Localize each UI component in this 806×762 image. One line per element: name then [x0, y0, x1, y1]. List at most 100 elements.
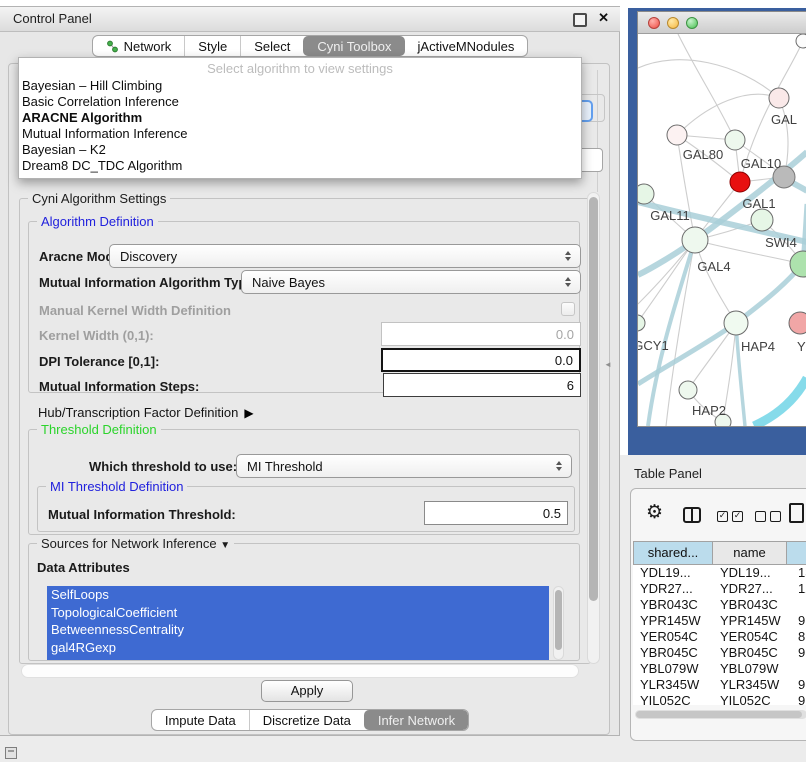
mi-steps-field[interactable] [383, 373, 581, 397]
manual-kernel-width-checkbox[interactable] [561, 302, 575, 316]
list-item[interactable]: TopologicalCoefficient [47, 604, 549, 622]
table-row[interactable]: YPR145WYPR145W9. [633, 613, 806, 629]
dock-panel-icon[interactable] [5, 747, 17, 759]
threshold-definition-title: Threshold Definition [37, 422, 161, 437]
node-label: HAP4 [741, 339, 775, 354]
hub-definition-toggle[interactable]: Hub/Transcription Factor Definition▶ [38, 405, 254, 420]
dpi-tolerance-field[interactable] [381, 348, 581, 372]
network-node-hap2[interactable] [679, 381, 697, 399]
tab-cyni-toolbox[interactable]: Cyni Toolbox [303, 36, 404, 56]
aracne-mode-select[interactable]: Discovery [109, 244, 581, 268]
dpi-tolerance-label: DPI Tolerance [0,1]: [39, 354, 159, 369]
network-node[interactable] [796, 34, 806, 48]
node-label: GAL80 [683, 147, 723, 162]
cell: YIL052C [713, 693, 787, 705]
zoom-window-button[interactable] [686, 17, 698, 29]
table-panel-title: Table Panel [634, 466, 702, 481]
checked-box-icon: ✓ [717, 511, 728, 522]
node-label: SWI4 [765, 235, 797, 250]
algorithm-dropdown-popup: Select algorithm to view settings Bayesi… [18, 57, 582, 179]
tab-select[interactable]: Select [240, 36, 303, 56]
cell: 9. [787, 645, 806, 661]
list-item[interactable]: SelfLoops [47, 586, 549, 604]
cell: YBR043C [633, 597, 713, 613]
tab-impute-data[interactable]: Impute Data [152, 710, 249, 730]
list-item[interactable]: BetweennessCentrality [47, 621, 549, 639]
list-item[interactable]: gal4RGexp [47, 639, 549, 657]
network-node-gcy1[interactable] [638, 315, 645, 331]
mi-threshold-field[interactable] [424, 501, 568, 525]
horizontal-scroll-track[interactable] [21, 664, 579, 678]
network-node-gal11[interactable] [638, 184, 654, 204]
data-attributes-list[interactable]: SelfLoops TopologicalCoefficient Between… [47, 586, 549, 660]
network-node-gal10[interactable] [725, 130, 745, 150]
cell: 9. [787, 677, 806, 693]
table-row[interactable]: YDL19...YDL19...13 [633, 565, 806, 581]
cell: YDR27... [713, 581, 787, 597]
network-node[interactable] [769, 88, 789, 108]
network-icon [106, 40, 119, 53]
table-row[interactable]: YBR045CYBR045C9. [633, 645, 806, 661]
columns-icon[interactable] [683, 507, 701, 523]
network-node-hap4[interactable] [724, 311, 748, 335]
column-header-name[interactable]: name [713, 541, 787, 565]
export-table-icon[interactable] [789, 503, 804, 523]
sources-title-text: Sources for Network Inference [41, 536, 217, 551]
dropdown-option[interactable]: Basic Correlation Inference [22, 94, 179, 110]
deselect-all-icon[interactable] [755, 511, 781, 522]
scrollbar-thumb[interactable] [555, 590, 562, 650]
column-header-shared-name[interactable]: shared... [633, 541, 713, 565]
node-label: GAL4 [697, 259, 730, 274]
tab-discretize-data[interactable]: Discretize Data [249, 710, 364, 730]
cell: 9. [787, 693, 806, 705]
attributes-scrollbar[interactable] [553, 586, 564, 660]
float-window-icon[interactable] [573, 13, 587, 27]
apply-button[interactable]: Apply [261, 680, 353, 702]
which-threshold-select[interactable]: MI Threshold [236, 454, 572, 478]
dropdown-option[interactable]: Dream8 DC_TDC Algorithm [22, 158, 182, 174]
dropdown-option[interactable]: Bayesian – K2 [22, 142, 106, 158]
network-edge [695, 240, 736, 323]
expand-down-icon[interactable]: ▼ [220, 540, 230, 551]
mi-algorithm-type-value: Naive Bayes [242, 275, 559, 290]
mi-threshold-label: Mutual Information Threshold: [48, 507, 236, 522]
network-canvas[interactable]: GAL GAL80 GAL10 GAL1 SWI4 GAL11 GAL4 GCY… [638, 34, 806, 426]
minimize-window-button[interactable] [667, 17, 679, 29]
table-row[interactable]: YBR043CYBR043C [633, 597, 806, 613]
collapse-left-icon[interactable]: ◄ [604, 360, 612, 369]
tab-infer-network[interactable]: Infer Network [364, 710, 468, 730]
network-node-gal4[interactable] [682, 227, 708, 253]
table-panel: Table Panel ⚙ ✓ ✓ shared... name YDL19..… [620, 455, 806, 762]
table-row[interactable]: YLR345WYLR345W9. [633, 677, 806, 693]
scrollbar-thumb[interactable] [589, 197, 598, 601]
mi-algorithm-type-select[interactable]: Naive Bayes [241, 270, 581, 294]
cell [787, 597, 806, 613]
tab-jactivemnodules[interactable]: jActiveMNodules [405, 36, 528, 56]
select-all-icon[interactable]: ✓ ✓ [717, 511, 743, 522]
network-node-gal1[interactable] [730, 172, 750, 192]
settings-scrollbar[interactable] [587, 192, 600, 664]
dropdown-option[interactable]: Mutual Information Inference [22, 126, 187, 142]
column-header-partial[interactable] [787, 541, 806, 565]
table-row[interactable]: YER054CYER054C8. [633, 629, 806, 645]
network-node-gal80[interactable] [667, 125, 687, 145]
table-row[interactable]: YBL079WYBL079W [633, 661, 806, 677]
network-node-swi4[interactable] [751, 209, 773, 231]
cell: 13 [787, 565, 806, 581]
tab-network[interactable]: Network [93, 36, 185, 56]
dropdown-option-selected[interactable]: ARACNE Algorithm [22, 110, 142, 126]
node-label: GAL10 [741, 156, 781, 171]
table-row[interactable]: YDR27...YDR27...12 [633, 581, 806, 597]
scrollbar-thumb[interactable] [636, 711, 802, 718]
dropdown-option[interactable]: Bayesian – Hill Climbing [22, 78, 162, 94]
gear-icon[interactable]: ⚙ [646, 501, 663, 523]
kernel-width-field[interactable] [381, 322, 581, 346]
table-horizontal-scrollbar[interactable] [635, 710, 806, 719]
network-window-titlebar [638, 12, 806, 34]
tab-style[interactable]: Style [184, 36, 240, 56]
close-icon[interactable]: ✕ [598, 10, 609, 26]
threshold-definition-group: Threshold Definition Which threshold to … [28, 429, 580, 535]
table-row[interactable]: YIL052CYIL052C9. [633, 693, 806, 705]
close-window-button[interactable] [648, 17, 660, 29]
network-node[interactable] [789, 312, 806, 334]
